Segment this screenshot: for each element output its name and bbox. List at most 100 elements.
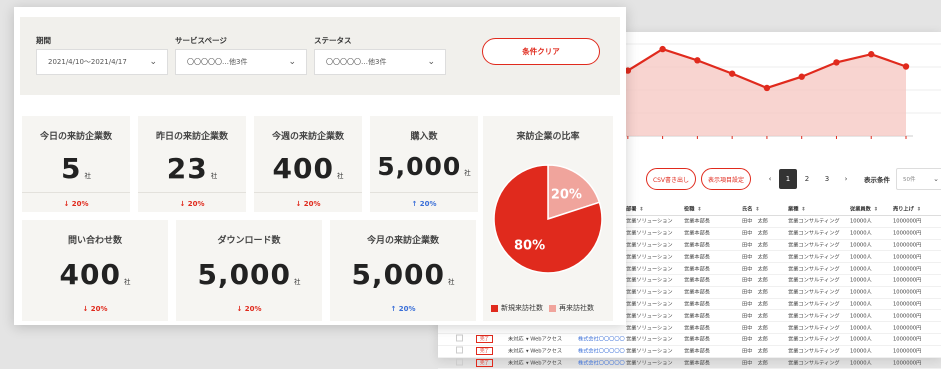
kpi-value: 5社 xyxy=(61,152,91,185)
pie-legend: 新規来訪社数 再来訪社数 xyxy=(491,303,594,313)
sort-icon[interactable]: ⇕ xyxy=(755,206,759,212)
kpi-title: 今月の来訪企業数 xyxy=(366,236,439,246)
table-cell: 営業本部長 xyxy=(684,301,710,308)
status-select[interactable]: 〇〇〇〇〇…他3件 ⌄ xyxy=(314,49,446,75)
table-cell: 1000000円 xyxy=(893,301,922,308)
clear-filters-button[interactable]: 条件クリア xyxy=(482,38,600,65)
status-select[interactable]: 未対応 xyxy=(508,348,524,355)
column-header[interactable]: 業種 ⇕ xyxy=(788,205,806,212)
period-label: 期間 xyxy=(36,36,51,45)
page-1-button[interactable]: 1 xyxy=(779,169,797,189)
table-cell: 10000人 xyxy=(850,313,872,320)
data-point xyxy=(798,73,805,80)
table-cell: 田中 太郎 xyxy=(742,230,768,237)
service-page-select[interactable]: 〇〇〇〇〇…他3件 ⌄ xyxy=(175,49,307,75)
page-3-button[interactable]: 3 xyxy=(818,169,836,189)
table-row[interactable]: 完了 未対応 ▾ Webアクセス 株式会社〇〇〇〇〇 営業ソリューション 営業本部長 田中 … xyxy=(438,346,941,358)
column-header[interactable]: 役職 ⇕ xyxy=(684,205,702,212)
table-cell: 営業ソリューション xyxy=(626,218,673,225)
status-select[interactable]: 未対応 xyxy=(508,336,524,343)
sort-icon[interactable]: ⇕ xyxy=(639,206,643,212)
table-cell: 営業ソリューション xyxy=(626,325,673,332)
table-cell: 営業コンサルティング xyxy=(788,289,840,296)
sort-icon[interactable]: ⇕ xyxy=(874,206,878,212)
table-cell: 営業コンサルティング xyxy=(788,360,840,367)
data-point xyxy=(659,45,666,53)
column-header[interactable]: 部署 ⇕ xyxy=(626,205,644,212)
table-cell: 営業ソリューション xyxy=(626,289,673,296)
kpi-value: 23 社 xyxy=(166,152,218,185)
table-cell: 営業ソリューション xyxy=(626,230,673,237)
sort-icon[interactable]: ⇕ xyxy=(697,206,701,212)
csv-export-button[interactable]: CSV書き出し xyxy=(646,168,696,190)
legend-return: 再来訪社数 xyxy=(559,304,594,312)
status-tag: 完了 xyxy=(476,347,493,356)
kpi-title: 今日の来訪企業数 xyxy=(39,132,112,142)
column-header[interactable]: 売り上げ ⇕ xyxy=(893,205,921,212)
column-header[interactable]: 従業員数 ⇕ xyxy=(850,205,878,212)
kpi-card-today: 今日の来訪企業数 5社 ↓ 20% xyxy=(22,116,130,212)
table-cell: 田中 太郎 xyxy=(742,254,768,261)
table-cell: 営業本部長 xyxy=(684,289,710,296)
page-2-button[interactable]: 2 xyxy=(798,169,816,189)
company-link[interactable]: 株式会社〇〇〇〇〇 xyxy=(578,359,625,366)
chevron-down-icon: ⌄ xyxy=(288,57,296,67)
next-page-button[interactable]: › xyxy=(837,169,855,189)
display-settings-button[interactable]: 表示項目設定 xyxy=(701,168,751,190)
table-row[interactable]: 完了 未対応 ▾ Webアクセス 株式会社〇〇〇〇〇 営業ソリューション 営業本部長 田中 … xyxy=(438,334,941,346)
sort-icon[interactable]: ⇕ xyxy=(917,206,921,212)
table-cell: 10000人 xyxy=(850,277,872,284)
table-cell: 10000人 xyxy=(850,242,872,249)
status-select[interactable]: 未対応 xyxy=(508,359,524,366)
table-cell: 田中 太郎 xyxy=(742,336,768,343)
data-point xyxy=(763,84,771,92)
kpi-title: 問い合わせ数 xyxy=(67,236,122,246)
table-cell: 10000人 xyxy=(850,348,872,355)
dashboard-panel: 期間 2021/4/10〜2021/4/17 ⌄ サービスページ 〇〇〇〇〇…他… xyxy=(14,7,626,325)
table-cell: 営業コンサルティング xyxy=(788,218,840,225)
kpi-value: 5,000 社 xyxy=(351,258,455,291)
table-cell: 田中 太郎 xyxy=(742,301,768,308)
company-link[interactable]: 株式会社〇〇〇〇〇 xyxy=(578,336,625,343)
kpi-title: 購入数 xyxy=(410,132,438,142)
kpi-value: 5,000 社 xyxy=(197,258,301,291)
kpi-card-yesterday: 昨日の来訪企業数 23 社 ↓ 20% xyxy=(138,116,246,212)
kpi-card-month: 今月の来訪企業数 5,000 社 ↑ 20% xyxy=(330,220,476,321)
data-point xyxy=(833,59,840,66)
kpi-card-purchases: 購入数 5,000 社 ↑ 20% xyxy=(370,116,478,212)
table-cell: 1000000円 xyxy=(893,313,922,320)
data-point xyxy=(868,51,875,58)
table-cell: 営業コンサルティング xyxy=(788,313,840,320)
kpi-change: ↑ 20% xyxy=(411,200,437,208)
prev-page-button[interactable]: ‹ xyxy=(761,169,779,189)
table-row[interactable]: 完了 未対応 ▾ Webアクセス 株式会社〇〇〇〇〇 営業ソリューション 営業本部長 田中 … xyxy=(438,358,941,369)
table-cell: 営業ソリューション xyxy=(626,242,673,249)
kpi-title: ダウンロード数 xyxy=(217,236,281,246)
table-cell: 10000人 xyxy=(850,325,872,332)
table-cell: 営業本部長 xyxy=(684,242,710,249)
sort-icon[interactable]: ⇕ xyxy=(801,206,805,212)
company-link[interactable]: 株式会社〇〇〇〇〇 xyxy=(578,348,625,355)
visitor-ratio-card: 来訪企業の比率 20% 80% 新規来訪社数 再来訪社数 xyxy=(483,116,613,321)
table-cell: 田中 太郎 xyxy=(742,325,768,332)
table-cell: 田中 太郎 xyxy=(742,289,768,296)
row-checkbox[interactable] xyxy=(456,346,463,356)
display-condition-value: 50件 xyxy=(903,177,916,183)
table-cell: 10000人 xyxy=(850,301,872,308)
table-cell: 営業ソリューション xyxy=(626,277,673,284)
display-condition-select[interactable]: 50件 ⌄ xyxy=(896,168,941,190)
kpi-change: ↓ 20% xyxy=(295,200,321,208)
row-checkbox[interactable] xyxy=(456,358,463,367)
column-header[interactable]: 氏名 ⇕ xyxy=(742,205,760,212)
kpi-change: ↓ 20% xyxy=(82,305,108,313)
table-cell: 10000人 xyxy=(850,289,872,296)
kpi-value: 5,000 社 xyxy=(377,152,471,181)
table-cell: 田中 太郎 xyxy=(742,218,768,225)
table-cell: 営業コンサルティング xyxy=(788,266,840,273)
table-cell: 営業コンサルティング xyxy=(788,336,840,343)
visitor-ratio-pie: 20% 80% xyxy=(493,164,603,274)
row-checkbox[interactable] xyxy=(456,334,463,344)
kpi-card-week: 今週の来訪企業数 400 社 ↓ 20% xyxy=(254,116,362,212)
pie-label-return: 20% xyxy=(551,188,582,203)
period-select[interactable]: 2021/4/10〜2021/4/17 ⌄ xyxy=(36,49,168,75)
